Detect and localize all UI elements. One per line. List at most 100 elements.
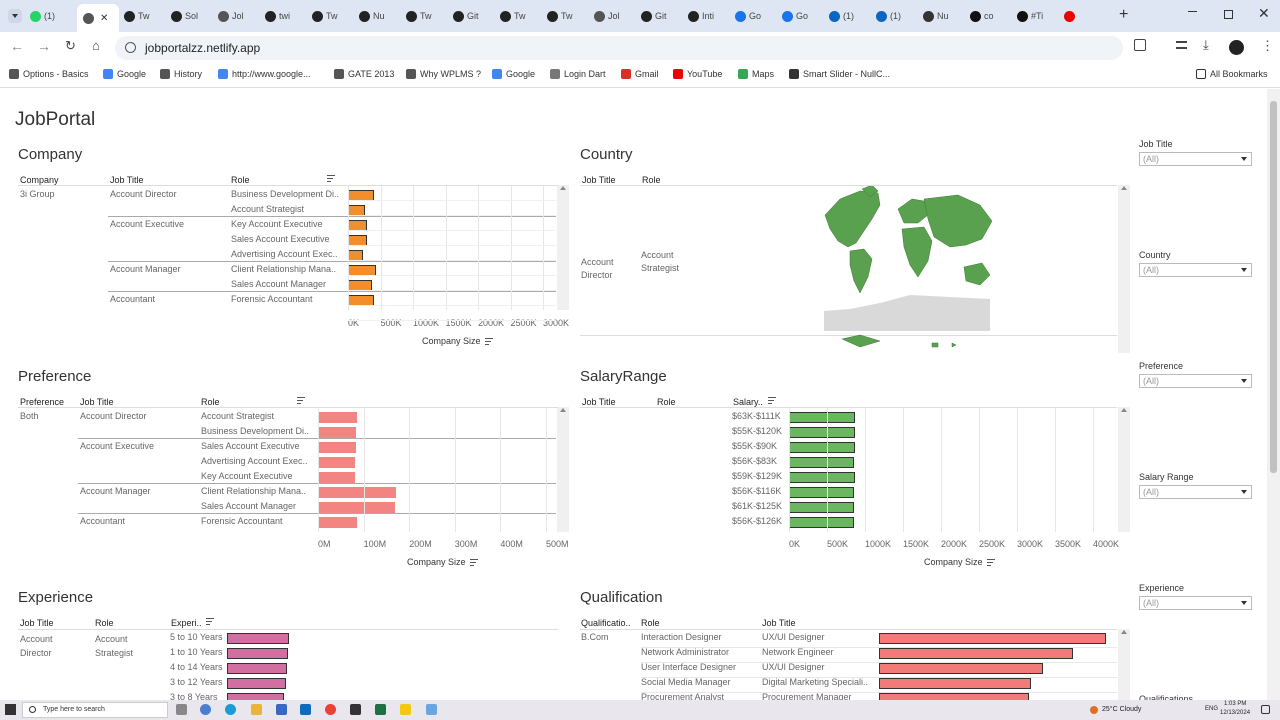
bookmark-item[interactable]: Smart Slider - NullC... — [789, 69, 890, 79]
country-scrollbar[interactable] — [1118, 185, 1130, 353]
page-scrollbar[interactable] — [1267, 89, 1280, 700]
filter-dropdown[interactable]: (All) — [1139, 152, 1252, 166]
windows-start-icon[interactable] — [5, 704, 16, 715]
close-window-button[interactable]: ✕ — [1258, 5, 1270, 22]
browser-tab[interactable]: twi — [265, 6, 309, 26]
vscode-icon[interactable] — [350, 704, 361, 715]
outlook-icon[interactable] — [300, 704, 311, 715]
bar[interactable] — [318, 442, 356, 453]
browser-tab[interactable]: Nu — [359, 6, 403, 26]
weather-text[interactable]: 25°C Cloudy — [1102, 706, 1141, 713]
task-view-icon[interactable] — [176, 704, 187, 715]
close-tab-icon[interactable]: ✕ — [100, 13, 108, 24]
bar[interactable] — [879, 693, 1029, 700]
bar[interactable] — [789, 427, 855, 438]
bar[interactable] — [227, 678, 286, 689]
bar[interactable] — [318, 472, 355, 483]
bookmark-item[interactable]: http://www.google... — [218, 69, 311, 79]
bookmark-item[interactable]: Why WPLMS ? — [406, 69, 481, 79]
browser-tab[interactable]: ✕ — [77, 4, 119, 32]
bar[interactable] — [789, 442, 855, 453]
browser-tab[interactable] — [1064, 6, 1108, 26]
browser-tab[interactable]: Nu — [923, 6, 967, 26]
browser-tab[interactable]: Tw — [406, 6, 450, 26]
file-explorer-icon[interactable] — [251, 704, 262, 715]
minimize-button[interactable] — [1188, 6, 1198, 16]
copilot-icon[interactable] — [200, 704, 211, 715]
bar[interactable] — [789, 412, 855, 423]
sort-icon[interactable] — [768, 397, 776, 404]
download-icon[interactable]: ⤓ — [1203, 37, 1209, 53]
chrome-icon[interactable] — [325, 704, 336, 715]
filter-dropdown[interactable]: (All) — [1139, 263, 1252, 277]
axis-sort-icon[interactable] — [470, 559, 478, 566]
bar[interactable] — [318, 517, 357, 528]
browser-tab[interactable]: Tw — [312, 6, 356, 26]
bar[interactable] — [789, 502, 854, 513]
browser-tab[interactable]: Tw — [500, 6, 544, 26]
url-field[interactable]: jobportalzz.netlify.app — [115, 36, 1123, 60]
home-icon[interactable]: ⌂ — [92, 38, 100, 53]
browser-tab[interactable]: Git — [453, 6, 497, 26]
bar[interactable] — [879, 633, 1106, 644]
filter-dropdown[interactable]: (All) — [1139, 374, 1252, 388]
forward-icon[interactable]: → — [37, 38, 51, 54]
powerbi-icon[interactable] — [400, 704, 411, 715]
qualification-scrollbar[interactable] — [1118, 629, 1130, 700]
bar[interactable] — [318, 412, 357, 423]
browser-tab[interactable]: Inti — [688, 6, 732, 26]
media-icon[interactable] — [1176, 41, 1187, 49]
browser-tab[interactable]: (1) — [30, 6, 74, 26]
clock-date[interactable]: 12/13/2024 — [1220, 710, 1250, 716]
bookmark-item[interactable]: GATE 2013 — [334, 69, 394, 79]
bookmark-item[interactable]: Options - Basics — [9, 69, 89, 79]
bar[interactable] — [879, 663, 1043, 674]
bar[interactable] — [789, 472, 855, 483]
edge-icon[interactable] — [225, 704, 236, 715]
bar[interactable] — [227, 648, 288, 659]
bookmark-item[interactable]: YouTube — [673, 69, 722, 79]
browser-tab[interactable]: Jol — [218, 6, 262, 26]
browser-tab[interactable]: (1) — [829, 6, 873, 26]
bar[interactable] — [789, 457, 854, 468]
preference-scrollbar[interactable] — [557, 407, 569, 532]
notification-icon[interactable] — [1261, 705, 1270, 714]
browser-tab[interactable]: Sol — [171, 6, 215, 26]
menu-icon[interactable]: ⋮ — [1261, 38, 1274, 54]
scroll-thumb[interactable] — [1270, 101, 1277, 473]
browser-tab[interactable]: Go — [782, 6, 826, 26]
bar[interactable] — [318, 427, 356, 438]
bar[interactable] — [879, 648, 1073, 659]
sort-icon[interactable] — [206, 618, 214, 625]
all-bookmarks[interactable]: All Bookmarks — [1196, 69, 1268, 79]
bookmark-item[interactable]: Maps — [738, 69, 774, 79]
site-info-icon[interactable] — [125, 42, 136, 53]
bar[interactable] — [879, 678, 1031, 689]
bar[interactable] — [227, 633, 289, 644]
language-text[interactable]: ENG — [1205, 706, 1218, 712]
bar[interactable] — [318, 502, 395, 513]
bookmark-item[interactable]: History — [160, 69, 202, 79]
store-icon[interactable] — [276, 704, 287, 715]
new-tab-button[interactable]: + — [1119, 6, 1128, 24]
tab-search-button[interactable] — [8, 9, 22, 23]
filter-dropdown[interactable]: (All) — [1139, 596, 1252, 610]
bar[interactable] — [318, 457, 355, 468]
company-scrollbar[interactable] — [557, 185, 569, 310]
browser-tab[interactable]: (1) — [876, 6, 920, 26]
filter-dropdown[interactable]: (All) — [1139, 485, 1252, 499]
bar[interactable] — [318, 487, 396, 498]
salary-scrollbar[interactable] — [1118, 407, 1130, 532]
bar[interactable] — [227, 663, 287, 674]
reload-icon[interactable]: ↻ — [65, 38, 76, 54]
sort-icon[interactable] — [297, 397, 305, 404]
bar[interactable] — [789, 487, 854, 498]
bookmark-item[interactable]: Gmail — [621, 69, 659, 79]
taskbar-search[interactable]: Type here to search — [22, 702, 168, 718]
settings-icon[interactable] — [426, 704, 437, 715]
avatar[interactable] — [1229, 40, 1244, 55]
bar[interactable] — [227, 693, 284, 700]
browser-tab[interactable]: Tw — [124, 6, 168, 26]
bookmark-item[interactable]: Google — [103, 69, 146, 79]
browser-tab[interactable]: Tw — [547, 6, 591, 26]
